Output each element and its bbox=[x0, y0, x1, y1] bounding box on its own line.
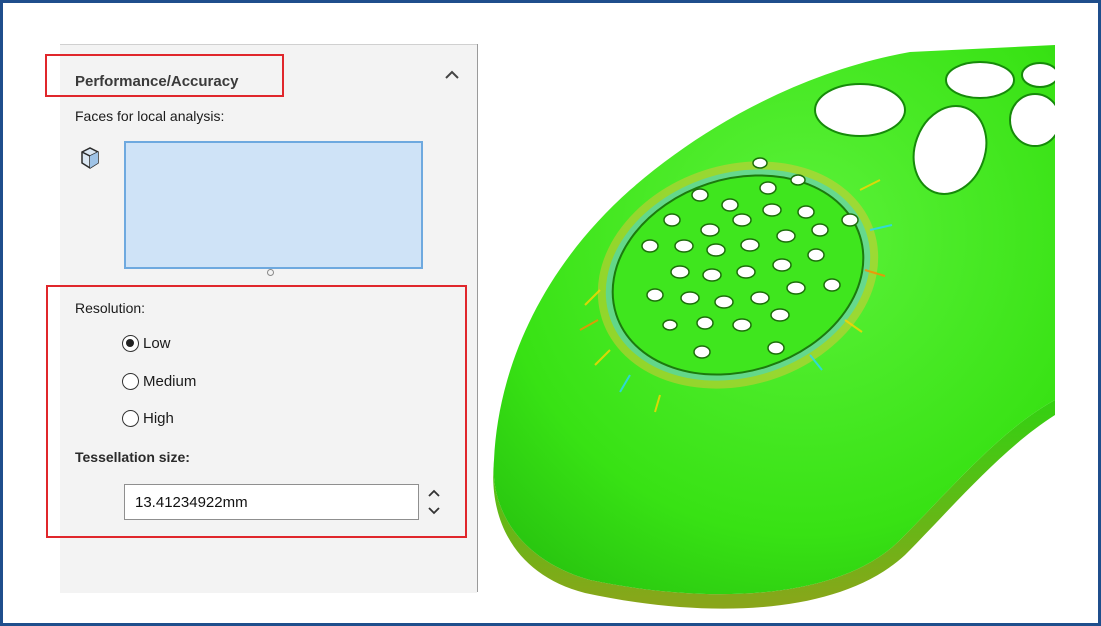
resize-handle[interactable] bbox=[267, 269, 274, 276]
radio-low[interactable]: Low bbox=[122, 335, 171, 352]
faces-label: Faces for local analysis: bbox=[75, 108, 225, 124]
radio-medium[interactable]: Medium bbox=[122, 373, 196, 390]
radio-medium-label: Medium bbox=[143, 373, 197, 390]
panel-divider[interactable] bbox=[477, 44, 478, 592]
spin-down-icon bbox=[428, 507, 440, 515]
face-selection-cube-icon bbox=[79, 146, 101, 175]
radio-high[interactable]: High bbox=[122, 410, 174, 427]
spin-buttons[interactable] bbox=[425, 485, 443, 519]
tessellation-label: Tessellation size: bbox=[75, 449, 190, 465]
radio-low-label: Low bbox=[143, 335, 171, 352]
highlight-box-title bbox=[45, 54, 284, 97]
chevron-up-icon[interactable] bbox=[441, 64, 463, 86]
tessellation-size-input[interactable] bbox=[124, 484, 419, 520]
radio-low-button[interactable] bbox=[122, 335, 139, 352]
radio-high-button[interactable] bbox=[122, 410, 139, 427]
spin-up-icon bbox=[428, 489, 440, 497]
model-viewport[interactable] bbox=[480, 40, 1061, 610]
faces-selection-box[interactable] bbox=[124, 141, 423, 269]
radio-high-label: High bbox=[143, 410, 174, 427]
resolution-label: Resolution: bbox=[75, 300, 146, 316]
radio-medium-button[interactable] bbox=[122, 373, 139, 390]
